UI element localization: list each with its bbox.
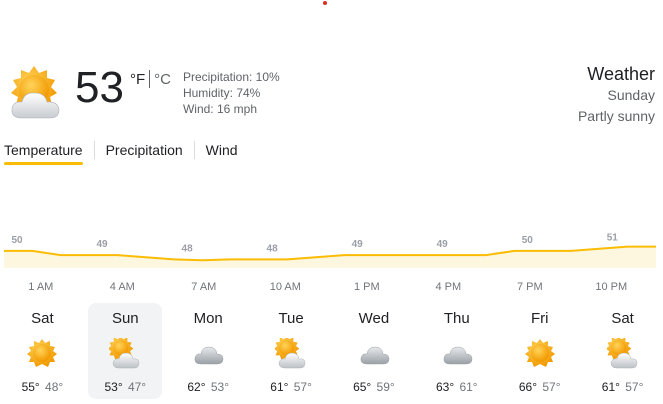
daily-forecast: Sat 55° 48° Sun 53° 47° Mon 62° 53° Tue 61° 57°… [0, 303, 663, 399]
day-low: 57° [539, 380, 561, 394]
chart-value-label: 49 [352, 239, 364, 250]
day-temperatures: 61° 57° [586, 380, 660, 394]
chart-value-label: 48 [267, 243, 279, 254]
chart-value-label: 49 [437, 239, 449, 250]
weather-title: Weather [587, 64, 655, 84]
sun-icon [26, 338, 58, 370]
chart-time-label: 10 AM [270, 281, 301, 293]
day-card-thu[interactable]: Thu 63° 61° [420, 303, 494, 399]
day-card-tue[interactable]: Tue 61° 57° [254, 303, 328, 399]
current-details: Precipitation: 10% Humidity: 74% Wind: 1… [183, 69, 280, 117]
partly-sunny-icon [273, 335, 307, 370]
partly-sunny-icon [6, 64, 64, 122]
day-high: 65° [353, 380, 372, 394]
day-low: 53° [207, 380, 229, 394]
day-name: Fri [530, 310, 549, 327]
humidity-text: Humidity: 74% [182, 86, 261, 100]
chart-time-label: 7 PM [517, 281, 543, 293]
chart-time-label: 4 AM [110, 281, 135, 293]
day-temperatures: 53° 47° [88, 380, 162, 394]
day-card-fri[interactable]: Fri 66° 57° [503, 303, 577, 399]
chart-value-label: 50 [522, 235, 534, 246]
day-low: 57° [621, 380, 644, 394]
current-temperature: 53 [75, 63, 124, 112]
day-high: 61° [270, 380, 289, 394]
day-temperatures: 66° 57° [503, 380, 577, 394]
chart-time-label: 7 AM [191, 281, 216, 293]
fahrenheit-toggle[interactable]: °F [130, 71, 145, 88]
top-indicator-dot [323, 1, 327, 5]
weather-condition: Partly sunny [577, 108, 655, 124]
day-card-sun[interactable]: Sun 53° 47° [88, 303, 163, 399]
day-card-sat[interactable]: Sat 55° 48° [5, 303, 79, 399]
metric-tabs: Temperature Precipitation Wind [4, 138, 238, 165]
chart-time-label: 10 PM [595, 281, 627, 293]
weather-day: Sunday [607, 87, 655, 103]
chart-time-label: 1 PM [354, 281, 380, 293]
day-low: 57° [290, 380, 312, 394]
day-name: Wed [358, 310, 390, 327]
temperature-chart[interactable]: 50 49 48 48 49 49 50 51 1 AM 4 AM 7 AM 10 AM 1 PM 4 P… [4, 222, 656, 293]
precipitation-text: Precipitation: 10% [182, 70, 280, 84]
sun-icon [524, 338, 556, 370]
day-high: 66° [518, 380, 538, 394]
chart-value-label: 51 [607, 233, 619, 244]
day-high: 62° [187, 380, 206, 394]
cloud-icon [441, 338, 473, 370]
cloud-icon [192, 338, 224, 370]
day-temperatures: 63° 61° [420, 380, 494, 394]
chart-value-label: 48 [182, 243, 194, 254]
day-name: Sun [111, 310, 139, 327]
day-name: Sat [611, 310, 634, 327]
partly-sunny-icon [108, 335, 141, 370]
unit-switcher: °F °C [130, 70, 171, 88]
partly-sunny-icon [605, 335, 639, 370]
tab-divider [93, 141, 95, 159]
chart-time-label: 4 PM [435, 281, 461, 293]
tab-temperature[interactable]: Temperature [4, 142, 83, 165]
chart-time-label: 1 AM [28, 281, 53, 293]
day-low: 48° [41, 380, 64, 394]
day-temperatures: 55° 48° [5, 380, 79, 394]
day-name: Thu [443, 310, 470, 327]
day-name: Mon [193, 310, 223, 327]
temperature-chart-svg: 50 49 48 48 49 49 50 51 1 AM 4 AM 7 AM 10 AM 1 PM 4 P… [4, 233, 656, 293]
unit-separator [149, 70, 151, 88]
tab-divider [193, 141, 195, 159]
day-high: 61° [601, 380, 620, 394]
day-high: 55° [21, 380, 40, 394]
tab-precipitation[interactable]: Precipitation [106, 142, 183, 158]
location-summary: Weather Sunday Partly sunny [578, 63, 655, 127]
day-low: 61° [456, 380, 478, 394]
day-temperatures: 61° 57° [254, 380, 328, 394]
chart-value-label: 49 [96, 239, 108, 250]
celsius-toggle[interactable]: °C [154, 71, 171, 88]
day-high: 63° [435, 380, 455, 394]
day-card-wed[interactable]: Wed 65° 59° [337, 303, 411, 399]
day-high: 53° [104, 380, 123, 394]
day-low: 59° [373, 380, 395, 394]
day-card-mon[interactable]: Mon 62° 53° [171, 303, 245, 399]
chart-value-label: 50 [11, 235, 23, 246]
tab-wind[interactable]: Wind [206, 142, 238, 158]
wind-text: Wind: 16 mph [182, 102, 258, 116]
day-name: Sat [31, 310, 54, 327]
cloud-icon [358, 338, 390, 370]
day-temperatures: 62° 53° [171, 380, 245, 394]
day-low: 47° [124, 380, 147, 394]
day-card-sat[interactable]: Sat 61° 57° [586, 303, 660, 399]
day-temperatures: 65° 59° [337, 380, 411, 394]
current-conditions: 53 °F °C Precipitation: 10% Humidity: 74… [6, 62, 280, 122]
day-name: Tue [278, 310, 304, 327]
